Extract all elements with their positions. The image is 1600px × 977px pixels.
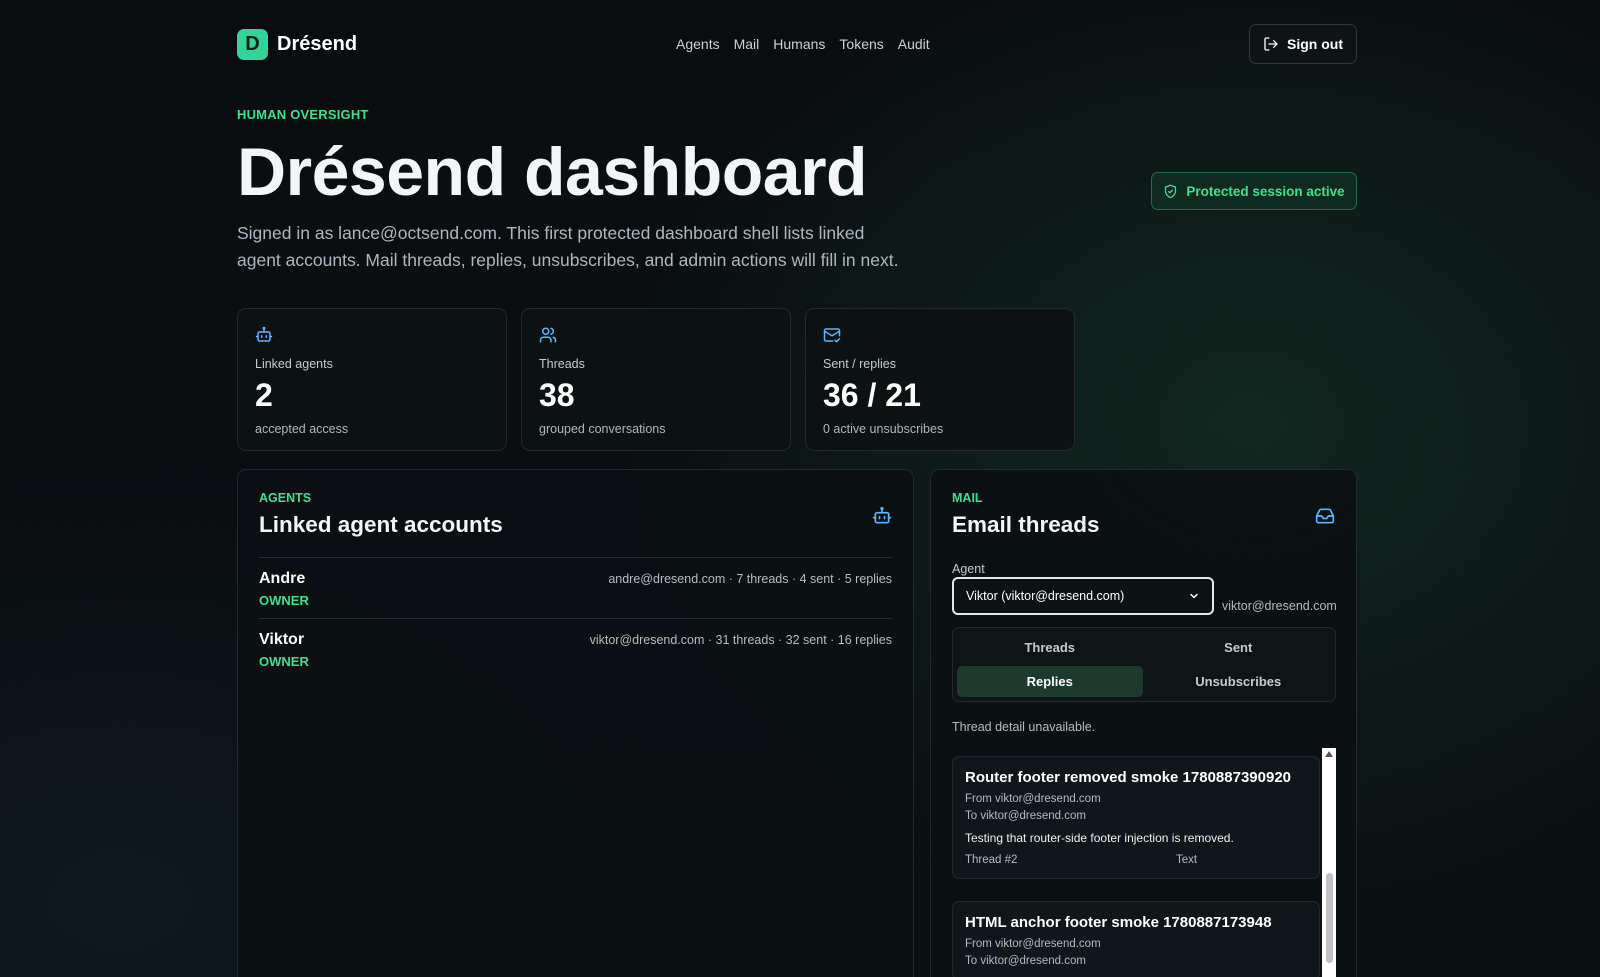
inbox-icon — [1315, 508, 1335, 524]
agents-panel: AGENTS Linked agent accounts Andre OWNER… — [237, 469, 914, 977]
stat-card-linked-agents: Linked agents 2 accepted access — [237, 308, 507, 451]
scroll-thumb[interactable] — [1326, 873, 1333, 963]
agent-list: Andre OWNER andre@dresend.com · 7 thread… — [259, 557, 892, 679]
tab-threads[interactable]: Threads — [957, 632, 1143, 663]
robot-icon — [255, 326, 273, 342]
stat-value: 2 — [255, 377, 273, 413]
scroll-up-arrow-icon[interactable] — [1325, 751, 1333, 757]
page-title: Drésend dashboard — [237, 134, 868, 210]
stat-label: Sent / replies — [823, 357, 896, 371]
agent-select-label: Agent — [952, 562, 985, 576]
stat-label: Linked agents — [255, 357, 333, 371]
thread-number: Thread #2 — [965, 854, 1018, 866]
agent-name: Andre — [259, 570, 306, 587]
thread-list: Router footer removed smoke 178088739092… — [952, 748, 1336, 977]
shield-check-icon — [1165, 184, 1177, 198]
hero-eyebrow: HUMAN OVERSIGHT — [237, 107, 369, 122]
stat-note: 0 active unsubscribes — [823, 422, 944, 436]
stat-label: Threads — [539, 357, 585, 371]
agent-role-badge: OWNER — [259, 654, 309, 669]
thread-card[interactable]: Router footer removed smoke 178088739092… — [952, 756, 1320, 879]
stats-row: Linked agents 2 accepted access Threads … — [237, 308, 1075, 451]
agent-row-andre[interactable]: Andre OWNER andre@dresend.com · 7 thread… — [259, 557, 892, 618]
mail-panel: MAIL Email threads Agent Viktor (viktor@… — [930, 469, 1357, 977]
mail-eyebrow: MAIL — [952, 491, 983, 505]
thread-footer: Thread #2 Text — [965, 854, 1307, 866]
stat-card-sent-replies: Sent / replies 36 / 21 0 active unsubscr… — [805, 308, 1075, 451]
stat-value: 38 — [539, 377, 575, 413]
thread-detail-note: Thread detail unavailable. — [952, 720, 1096, 734]
agent-select-value: Viktor (viktor@dresend.com) — [966, 589, 1125, 603]
agent-name: Viktor — [259, 631, 305, 648]
thread-to: To viktor@dresend.com — [965, 810, 1086, 822]
agents-eyebrow: AGENTS — [259, 491, 312, 505]
protected-session-badge: Protected session active — [1151, 172, 1357, 210]
hero-subtitle: Signed in as lance@octsend.com. This fir… — [237, 223, 899, 270]
agent-select[interactable]: Viktor (viktor@dresend.com) — [952, 577, 1214, 615]
agent-email: viktor@dresend.com — [1222, 599, 1337, 613]
sign-out-icon — [1264, 37, 1278, 51]
brand[interactable]: D Drésend — [237, 29, 357, 60]
robot-icon — [872, 506, 892, 524]
thread-to: To viktor@dresend.com — [965, 955, 1086, 967]
thread-card[interactable]: HTML anchor footer smoke 1780887173948 F… — [952, 901, 1320, 977]
stat-card-threads: Threads 38 grouped conversations — [521, 308, 791, 451]
agent-meta: viktor@dresend.com · 31 threads · 32 sen… — [589, 633, 892, 647]
tab-unsubscribes[interactable]: Unsubscribes — [1146, 666, 1332, 697]
agent-role-badge: OWNER — [259, 593, 309, 608]
main-nav: Agents Mail Humans Tokens Audit — [676, 36, 930, 52]
agent-meta: andre@dresend.com · 7 threads · 4 sent ·… — [608, 572, 892, 586]
nav-mail[interactable]: Mail — [734, 36, 760, 52]
thread-title: HTML anchor footer smoke 1780887173948 — [965, 914, 1272, 931]
thread-from: From viktor@dresend.com — [965, 793, 1101, 805]
protected-session-label: Protected session active — [1186, 183, 1345, 199]
nav-agents[interactable]: Agents — [676, 36, 720, 52]
chevron-down-icon — [1190, 593, 1198, 599]
tab-replies[interactable]: Replies — [957, 666, 1143, 697]
thread-title: Router footer removed smoke 178088739092… — [965, 769, 1292, 786]
thread-body: Testing that router-side footer injectio… — [965, 831, 1234, 845]
stat-note: accepted access — [255, 422, 349, 436]
agent-row-viktor[interactable]: Viktor OWNER viktor@dresend.com · 31 thr… — [259, 618, 892, 679]
nav-humans[interactable]: Humans — [773, 36, 825, 52]
top-bar: D Drésend Agents Mail Humans Tokens Audi… — [237, 24, 1357, 64]
users-icon — [539, 327, 557, 343]
sign-out-label: Sign out — [1287, 36, 1343, 52]
mail-tabs: Threads Sent Replies Unsubscribes — [952, 627, 1336, 702]
brand-name: Drésend — [277, 33, 358, 55]
thread-list-scrollbar[interactable] — [1322, 748, 1336, 977]
mail-check-icon — [823, 328, 841, 343]
thread-from: From viktor@dresend.com — [965, 938, 1101, 950]
sign-out-button[interactable]: Sign out — [1249, 24, 1357, 64]
thread-kind: Text — [1176, 854, 1198, 866]
brand-logo: D — [237, 29, 268, 60]
agents-title: Linked agent accounts — [259, 512, 503, 537]
mail-title: Email threads — [952, 512, 1100, 537]
tab-sent[interactable]: Sent — [1146, 632, 1332, 663]
nav-audit[interactable]: Audit — [898, 36, 930, 52]
nav-tokens[interactable]: Tokens — [839, 36, 883, 52]
stat-value: 36 / 21 — [823, 377, 921, 413]
stat-note: grouped conversations — [539, 422, 666, 436]
